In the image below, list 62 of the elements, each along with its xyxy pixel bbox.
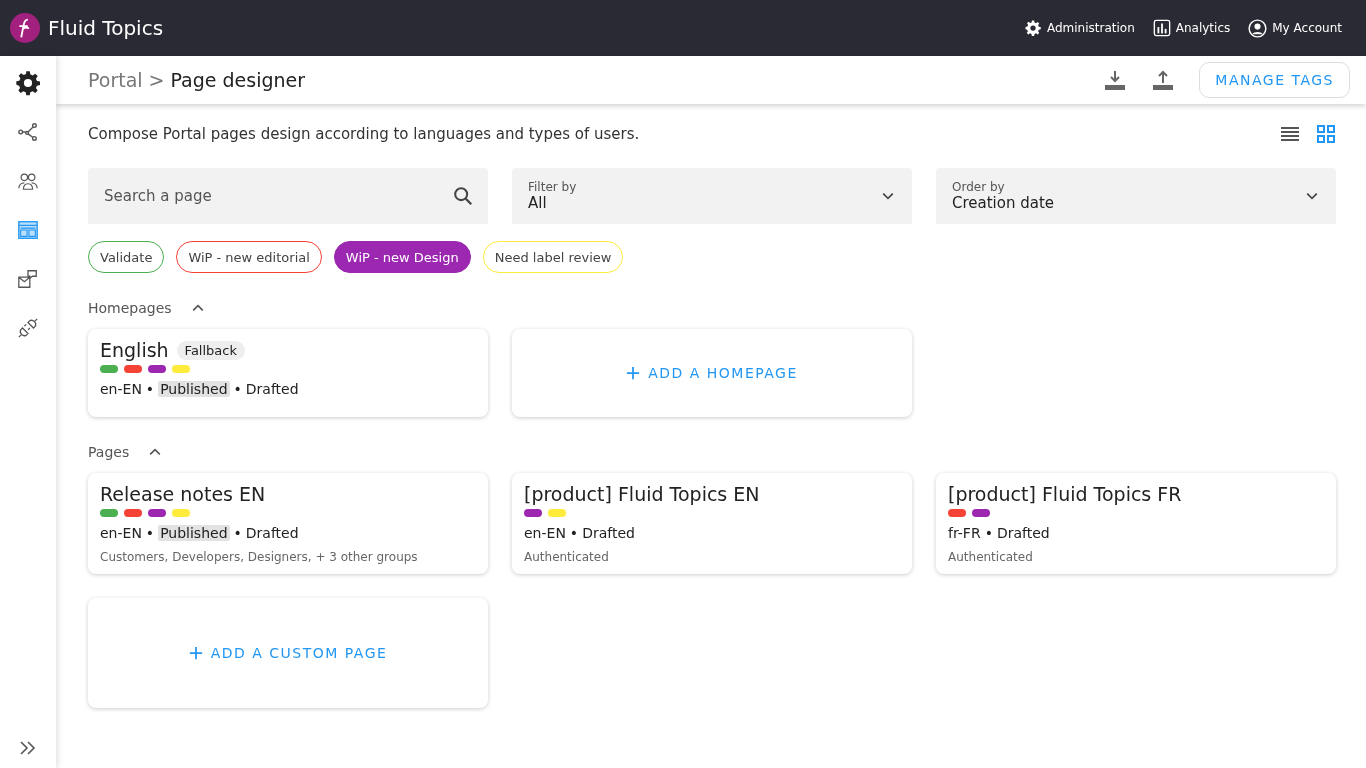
status-label: •: [233, 525, 242, 541]
upload-icon[interactable]: [1151, 68, 1176, 92]
logo-icon: [10, 13, 40, 43]
status-label: Published: [158, 525, 230, 541]
status-label: en-EN: [524, 525, 566, 541]
breadcrumb-link[interactable]: Portal: [88, 69, 143, 91]
status-label: •: [233, 381, 242, 397]
status-label: en-EN: [100, 525, 142, 541]
page-card[interactable]: Release notes EN en-EN • Published • Drafted Customers, Developers, Designers, + 3 other groups: [88, 473, 488, 574]
status-label: •: [569, 525, 579, 541]
user-groups: Customers, Developers, Designers, + 3 other groups: [100, 550, 476, 564]
section-title: Pages: [88, 444, 130, 460]
nav-link[interactable]: Analytics: [1152, 18, 1231, 38]
network-icon: [17, 121, 39, 143]
app-name: Fluid Topics: [48, 16, 164, 40]
card-title: [product] Fluid Topics FR: [948, 483, 1182, 505]
fallback-badge: Fallback: [176, 340, 245, 360]
status-label: en-EN: [100, 381, 142, 397]
tag-chip[interactable]: WiP - new Design: [333, 241, 471, 273]
page-description: Compose Portal pages design according to languages and types of users.: [88, 125, 640, 143]
layout-icon: [17, 219, 39, 241]
status-label: •: [984, 525, 993, 541]
nav-link[interactable]: My Account: [1248, 18, 1342, 38]
page-card[interactable]: [product] Fluid Topics EN en-EN • Drafted Authenticated: [512, 473, 912, 574]
status-label: Drafted: [582, 525, 635, 541]
status-label: Drafted: [245, 525, 299, 541]
download-icon[interactable]: [1103, 68, 1128, 92]
status-label: Published: [158, 381, 230, 397]
tag-chip[interactable]: Validate: [88, 241, 165, 273]
list-view-icon[interactable]: [1280, 124, 1300, 144]
status-label: Drafted: [996, 525, 1050, 541]
card-title: [product] Fluid Topics EN: [524, 483, 760, 505]
page-title: Page designer: [170, 69, 306, 91]
user-groups: Authenticated: [524, 550, 900, 564]
status-label: •: [145, 381, 155, 397]
card-title: Release notes EN: [100, 483, 266, 505]
tag-chip[interactable]: WiP - new editorial: [176, 241, 322, 273]
section-title: Homepages: [88, 300, 172, 316]
plus-icon: [626, 366, 641, 380]
plus-icon: [188, 646, 203, 660]
page-card[interactable]: [product] Fluid Topics FR fr-FR • Drafted Authenticated: [936, 473, 1336, 574]
search-field[interactable]: Search a page: [88, 168, 488, 224]
breadcrumb-separator: >: [148, 69, 165, 91]
card-title: English: [100, 339, 169, 361]
settings-icon: [1023, 19, 1042, 37]
plug-icon: [17, 317, 39, 339]
bar-chart-icon: [1152, 19, 1171, 37]
grid-view-icon[interactable]: [1316, 124, 1336, 144]
status-label: fr-FR: [948, 525, 981, 541]
nav-link[interactable]: Administration: [1023, 18, 1135, 38]
users-icon: [17, 170, 39, 192]
mail-chat-icon: [17, 268, 39, 290]
status-label: •: [145, 525, 155, 541]
order-dropdown[interactable]: Order by Creation date: [936, 168, 1336, 224]
page-card[interactable]: English Fallback en-EN • Published • Drafted: [88, 329, 488, 417]
user-icon: [1248, 18, 1268, 38]
user-groups: Authenticated: [948, 550, 1324, 564]
filter-dropdown[interactable]: Filter by All: [512, 168, 912, 224]
settings-icon: [14, 69, 42, 97]
status-label: Drafted: [245, 381, 299, 397]
search-icon: [452, 185, 474, 207]
tag-chip[interactable]: Need label review: [482, 241, 624, 273]
